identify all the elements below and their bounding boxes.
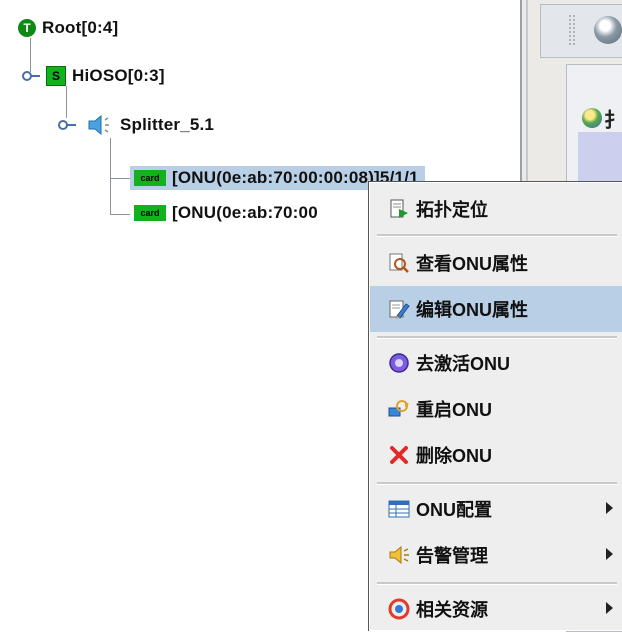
tree-node-label: HiOSO[0:3]: [72, 66, 165, 85]
delete-icon: [390, 446, 408, 464]
toolbar-grip[interactable]: [568, 14, 576, 46]
menu-item-label: 重启ONU: [416, 400, 492, 420]
menu-separator: [377, 336, 617, 339]
restart-icon: [388, 400, 409, 417]
submenu-arrow-icon: [606, 502, 613, 514]
menu-item-onu-config[interactable]: ONU配置: [370, 486, 622, 532]
menu-item-restart-onu[interactable]: 重启ONU: [370, 386, 622, 432]
tree-node-onu[interactable]: card [ONU(0e:ab:70:00: [134, 203, 318, 223]
menu-item-delete-onu[interactable]: 删除ONU: [370, 432, 622, 478]
expand-handle-icon[interactable]: [22, 69, 40, 83]
tree-node-label: Splitter_5.1: [120, 115, 215, 134]
menu-item-label: 去激活ONU: [416, 354, 510, 374]
menu-item-deactivate-onu[interactable]: 去激活ONU: [370, 340, 622, 386]
splitter-icon: [88, 114, 109, 136]
tree-node-hioso[interactable]: S HiOSO[0:3]: [22, 66, 165, 86]
menu-item-label: 删除ONU: [416, 446, 492, 466]
globe-icon: [582, 108, 602, 128]
menu-item-label: ONU配置: [416, 500, 492, 520]
menu-item-alarm-management[interactable]: 告警管理: [370, 532, 622, 578]
panel-content: [578, 132, 622, 184]
tree-node-label: Root[0:4]: [42, 18, 119, 37]
submenu-arrow-icon: [606, 548, 613, 560]
menu-item-label: 查看ONU属性: [416, 254, 528, 274]
card-icon: card: [134, 170, 166, 186]
tree-connector: [110, 138, 111, 214]
view-properties-icon: [389, 253, 409, 273]
tree-node-root[interactable]: T Root[0:4]: [18, 18, 118, 38]
panel-tab-label: 扌: [604, 110, 622, 132]
card-icon: card: [134, 205, 166, 221]
menu-separator: [377, 582, 617, 585]
tree-node-label: [ONU(0e:ab:70:00: [172, 203, 318, 222]
menu-item-related-resources[interactable]: 相关资源: [370, 586, 622, 632]
menu-item-view-onu-properties[interactable]: 查看ONU属性: [370, 240, 622, 286]
menu-item-label: 相关资源: [416, 600, 488, 620]
site-node-icon: S: [46, 66, 66, 86]
menu-separator: [377, 482, 617, 485]
network-icon[interactable]: [594, 16, 622, 44]
expand-handle-icon[interactable]: [58, 118, 76, 132]
menu-item-label: 拓扑定位: [416, 200, 488, 220]
config-icon: [388, 500, 410, 518]
deactivate-icon: [389, 353, 409, 373]
tree-connector: [110, 214, 130, 215]
root-node-icon: T: [18, 19, 36, 37]
alarm-icon: [389, 545, 409, 565]
menu-item-label: 编辑ONU属性: [416, 300, 528, 320]
context-menu[interactable]: 拓扑定位 查看ONU属性 编辑ONU属性 去激活ONU 重启ONU 删除ONU …: [368, 181, 622, 631]
menu-item-edit-onu-properties[interactable]: 编辑ONU属性: [370, 286, 622, 332]
edit-properties-icon: [389, 300, 410, 319]
submenu-arrow-icon: [606, 602, 613, 614]
tree-connector: [110, 178, 130, 179]
menu-item-label: 告警管理: [416, 546, 488, 566]
menu-item-topology-locate[interactable]: 拓扑定位: [370, 186, 622, 232]
related-resources-icon: [388, 598, 410, 620]
locate-icon: [390, 199, 408, 218]
menu-separator: [377, 234, 617, 237]
tree-node-splitter[interactable]: Splitter_5.1: [58, 112, 214, 138]
